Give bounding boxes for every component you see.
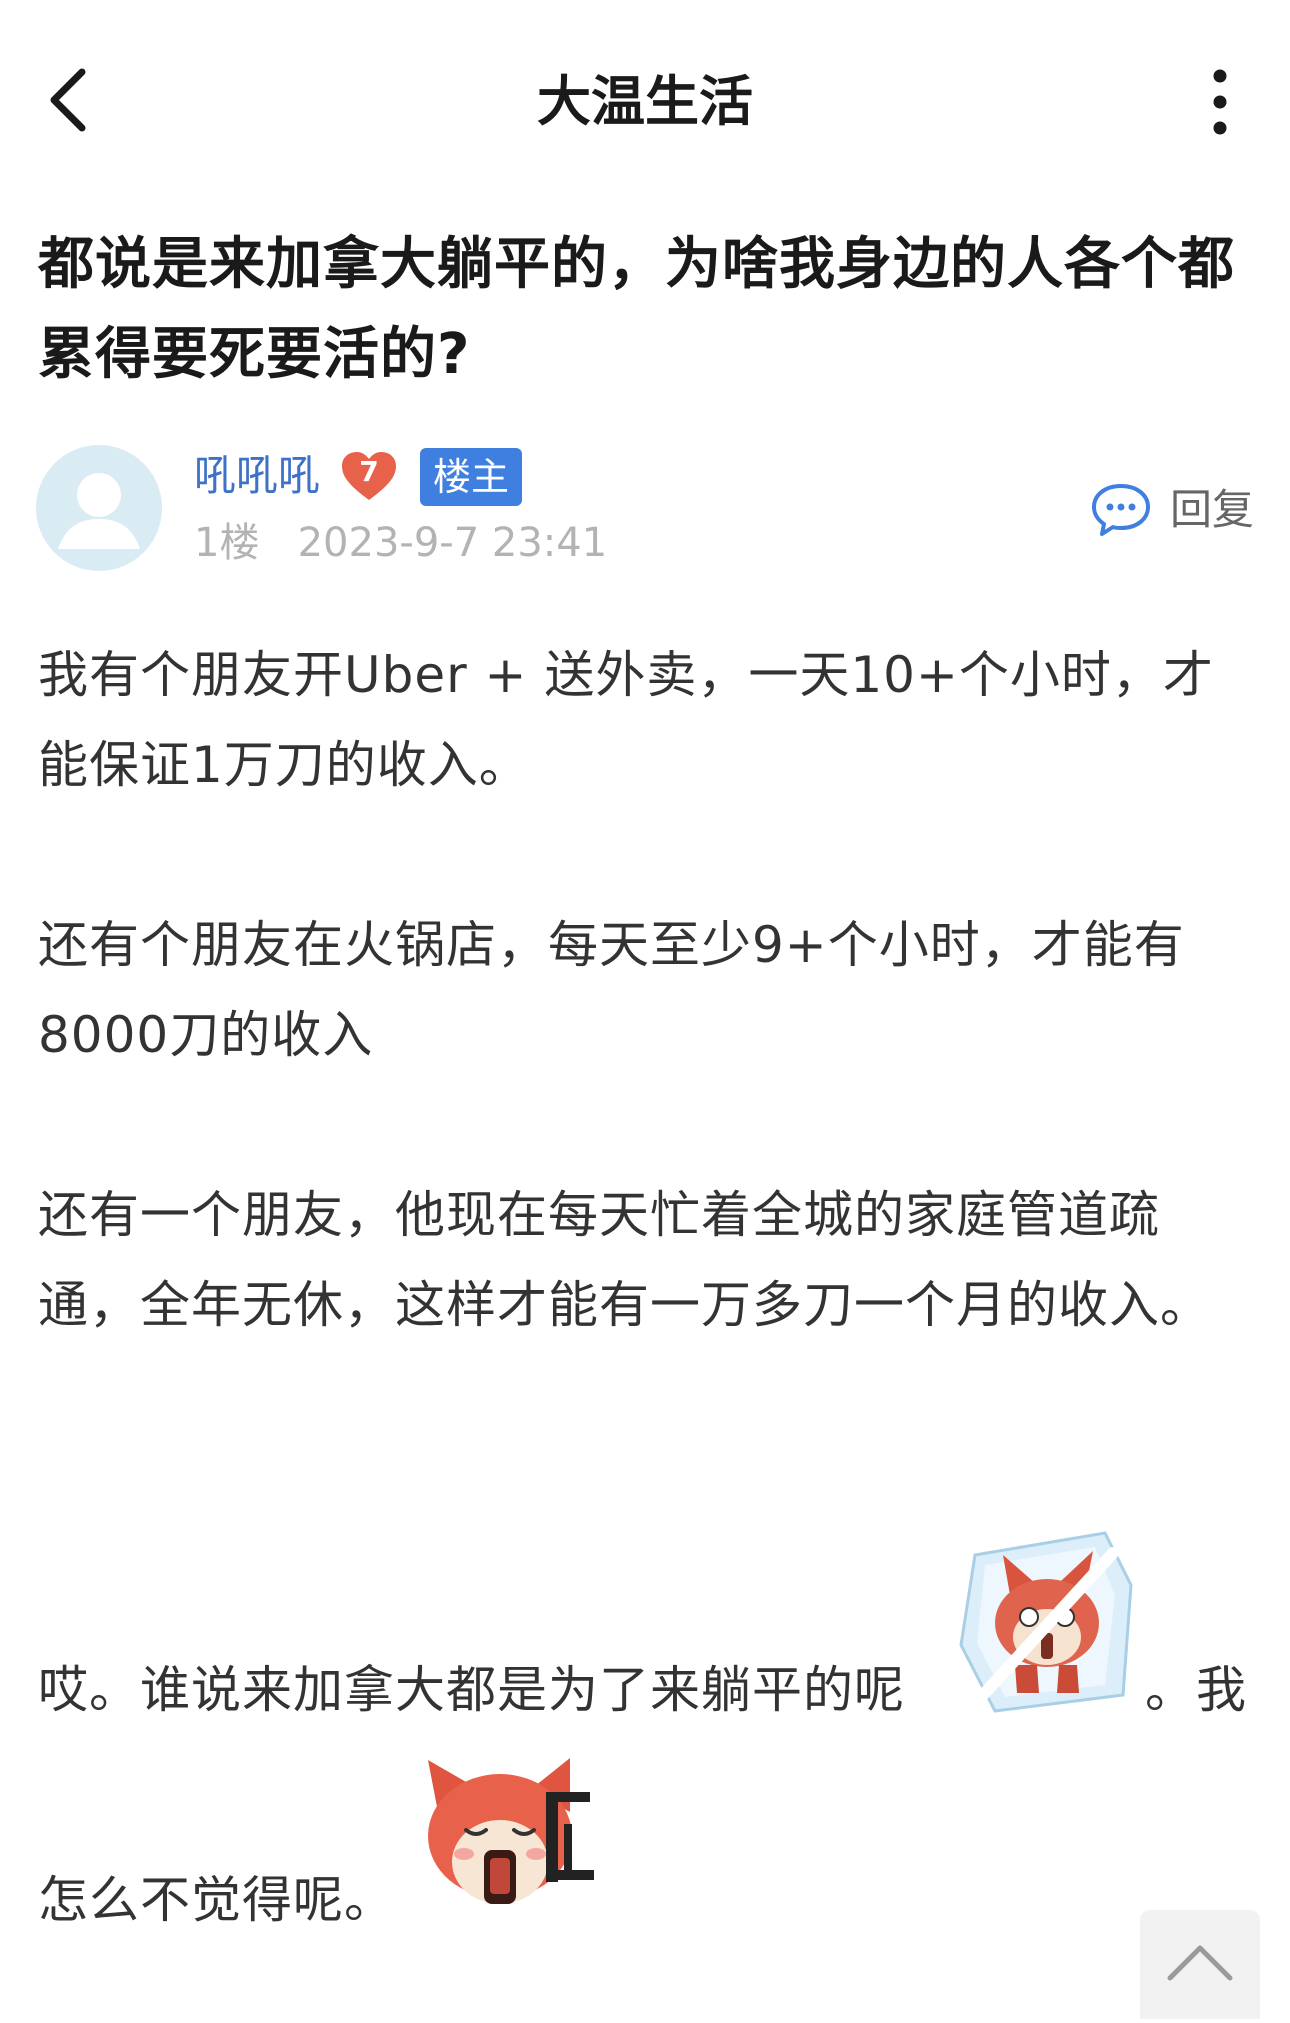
level-number: 7 xyxy=(359,455,379,488)
reply-label: 回复 xyxy=(1170,485,1255,534)
post-paragraph: 我有个朋友开Uber + 送外卖，一天10+个小时，才能保证1万刀的收入。 xyxy=(38,646,1214,794)
author-name[interactable]: 吼吼吼 xyxy=(194,448,320,504)
op-badge: 楼主 xyxy=(420,448,522,506)
reply-button[interactable]: 回复 xyxy=(1090,478,1260,542)
post-paragraph: 还有一个朋友，他现在每天忙着全城的家庭管道疏通，全年无休，这样才能有一万多刀一个… xyxy=(38,1186,1211,1334)
post-line: 怎么不觉得呢。 xyxy=(38,1871,395,1929)
frozen-fox-emoji xyxy=(955,1525,1135,1715)
page-title: 大温生活 xyxy=(537,70,753,133)
crying-fox-emoji xyxy=(420,1752,600,1922)
post-line: 。我 xyxy=(1145,1661,1247,1719)
post-title: 都说是来加拿大躺平的，为啥我身边的人各个都累得要死要活的? xyxy=(38,232,1235,387)
more-vertical-icon xyxy=(1213,69,1227,135)
scroll-to-top-button[interactable] xyxy=(1140,1910,1260,2019)
post-line: 哎。谁说来加拿大都是为了来躺平的呢 xyxy=(38,1661,905,1719)
floor-number: 1楼 xyxy=(194,520,260,566)
floor-meta: 1楼 2023-9-7 23:41 xyxy=(194,515,607,571)
top-navbar: 大温生活 xyxy=(0,0,1290,200)
post-timestamp: 2023-9-7 23:41 xyxy=(297,520,608,566)
avatar[interactable] xyxy=(36,445,162,571)
chevron-up-icon xyxy=(1167,1945,1233,1981)
post-paragraph: 还有个朋友在火锅店，每天至少9+个小时，才能有8000刀的收入 xyxy=(38,916,1185,1064)
default-avatar-icon xyxy=(36,445,162,571)
more-options-button[interactable] xyxy=(1195,62,1245,142)
speech-bubble-icon xyxy=(1092,484,1150,536)
